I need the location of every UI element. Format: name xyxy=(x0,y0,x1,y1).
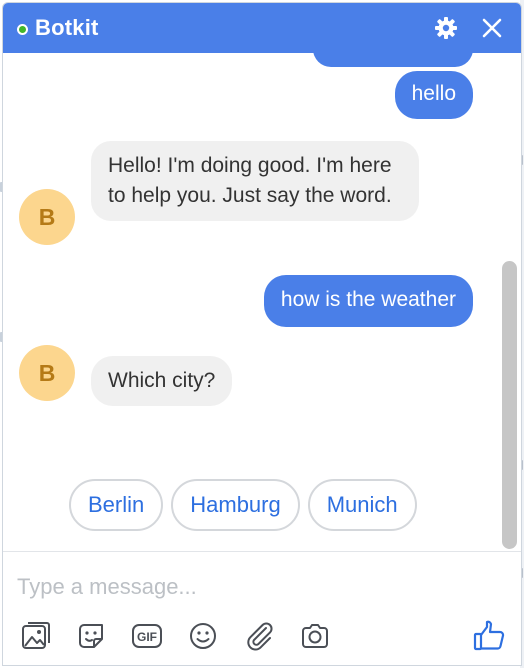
close-button[interactable] xyxy=(479,15,505,41)
header-actions xyxy=(433,15,507,41)
user-message-bubble: hello xyxy=(394,71,473,119)
avatar-letter: B xyxy=(38,359,56,386)
gear-icon xyxy=(435,17,457,39)
sticker-button[interactable] xyxy=(73,618,109,654)
chat-header: Botkit xyxy=(3,3,521,53)
bot-avatar: B xyxy=(19,345,75,401)
message-text: Hello! I'm doing good. I'm here to help … xyxy=(108,154,392,207)
attachment-icon xyxy=(247,622,273,651)
camera-icon xyxy=(302,624,328,648)
emoji-icon xyxy=(190,623,216,649)
quick-replies: Berlin Hamburg Munich xyxy=(69,479,417,531)
quick-reply-hamburg[interactable]: Hamburg xyxy=(171,479,300,531)
previous-message-bubble xyxy=(313,53,473,67)
emoji-button[interactable] xyxy=(185,618,221,654)
message-text: hello xyxy=(411,82,456,105)
thumbs-up-icon xyxy=(473,620,505,651)
message-scrollbar[interactable] xyxy=(502,261,517,549)
quick-reply-berlin[interactable]: Berlin xyxy=(69,479,164,531)
composer-toolbar: GIF xyxy=(17,618,333,654)
composer: GIF xyxy=(3,551,521,665)
user-message-bubble: how is the weather xyxy=(263,275,473,327)
bot-message-bubble: Which city? xyxy=(91,356,233,406)
message-text: Which city? xyxy=(108,369,216,392)
attachment-button[interactable] xyxy=(241,618,277,654)
bot-avatar: B xyxy=(19,189,75,245)
close-icon xyxy=(482,18,502,38)
image-button[interactable] xyxy=(17,618,53,654)
online-status-dot xyxy=(17,23,28,35)
message-input[interactable] xyxy=(17,570,487,604)
scrollbar-thumb[interactable] xyxy=(502,261,517,549)
bot-message-bubble: Hello! I'm doing good. I'm here to help … xyxy=(91,141,419,221)
chat-window: Botkit hello B Hello! I'm doing good. I'… xyxy=(2,2,522,666)
gif-button[interactable]: GIF xyxy=(129,618,165,654)
message-list[interactable]: hello B Hello! I'm doing good. I'm here … xyxy=(3,53,521,551)
gif-icon: GIF xyxy=(132,624,162,648)
sticker-icon xyxy=(79,624,103,648)
gif-label: GIF xyxy=(137,630,157,644)
quick-reply-munich[interactable]: Munich xyxy=(307,479,417,531)
chat-title: Botkit xyxy=(35,15,99,40)
settings-button[interactable] xyxy=(433,15,459,41)
image-icon xyxy=(22,622,50,649)
message-text: how is the weather xyxy=(280,288,456,311)
avatar-letter: B xyxy=(38,203,56,230)
camera-button[interactable] xyxy=(297,618,333,654)
like-button[interactable] xyxy=(471,618,507,654)
